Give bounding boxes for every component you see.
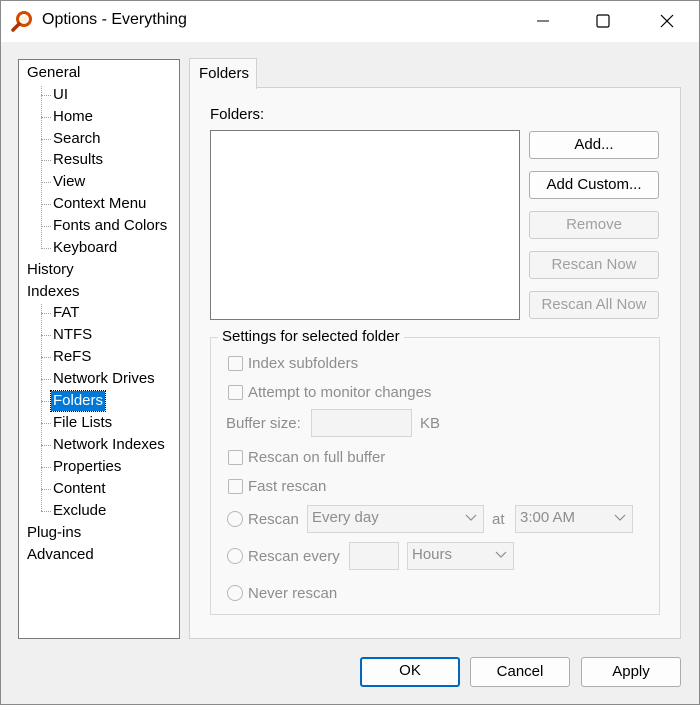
rescan-every-label: Rescan every <box>248 548 340 565</box>
options-tree[interactable]: General UI Home Search Results View Cont… <box>18 59 180 639</box>
tree-connector <box>41 489 51 490</box>
chevron-down-icon <box>495 551 507 558</box>
tree-connector <box>41 511 51 512</box>
tree-item-network-indexes[interactable]: Network Indexes <box>51 435 167 455</box>
chevron-down-icon <box>614 514 626 521</box>
tab-folders-label: Folders <box>199 65 250 82</box>
tree-item-view[interactable]: View <box>51 172 87 192</box>
never-rescan-radio[interactable] <box>227 585 243 601</box>
rescan-every-unit-value: Hours <box>412 546 453 563</box>
tree-connector <box>41 335 51 336</box>
rescan-time-value: 3:00 AM <box>520 509 576 526</box>
minimize-icon <box>537 20 549 22</box>
tree-item-search[interactable]: Search <box>51 129 103 149</box>
tree-connector <box>41 86 42 249</box>
rescan-radio[interactable] <box>227 511 243 527</box>
tree-item-ui[interactable]: UI <box>51 85 70 105</box>
tree-item-advanced[interactable]: Advanced <box>25 545 96 565</box>
rescan-frequency-select[interactable]: Every day <box>307 505 484 533</box>
tree-item-keyboard[interactable]: Keyboard <box>51 238 119 258</box>
tree-item-properties[interactable]: Properties <box>51 457 123 477</box>
tree-item-indexes[interactable]: Indexes <box>25 282 82 302</box>
fast-rescan-checkbox[interactable] <box>228 479 243 494</box>
tree-connector <box>41 226 51 227</box>
ok-button[interactable]: OK <box>360 657 460 687</box>
at-label: at <box>492 511 505 528</box>
tree-item-plugins[interactable]: Plug-ins <box>25 523 83 543</box>
add-custom-button[interactable]: Add Custom... <box>529 171 659 199</box>
tree-item-fonts-colors[interactable]: Fonts and Colors <box>51 216 169 236</box>
tree-item-refs[interactable]: ReFS <box>51 347 93 367</box>
tree-connector <box>41 139 51 140</box>
buffer-size-input[interactable] <box>311 409 412 437</box>
tree-item-content[interactable]: Content <box>51 479 108 499</box>
maximize-icon <box>596 14 610 28</box>
minimize-button[interactable] <box>520 0 566 42</box>
remove-button[interactable]: Remove <box>529 211 659 239</box>
tree-connector <box>41 182 51 183</box>
tab-folders[interactable]: Folders <box>189 58 257 89</box>
settings-group-label: Settings for selected folder <box>218 328 404 345</box>
fast-rescan-label: Fast rescan <box>248 478 327 495</box>
tree-connector <box>41 248 51 249</box>
rescan-full-buffer-checkbox[interactable] <box>228 450 243 465</box>
maximize-button[interactable] <box>580 0 626 42</box>
rescan-frequency-value: Every day <box>312 509 379 526</box>
tree-item-history[interactable]: History <box>25 260 76 280</box>
attempt-monitor-label: Attempt to monitor changes <box>248 384 432 401</box>
rescan-label: Rescan <box>248 511 299 528</box>
tree-item-exclude[interactable]: Exclude <box>51 501 108 521</box>
buffer-size-label: Buffer size: <box>226 415 301 432</box>
tree-connector <box>41 160 51 161</box>
close-icon <box>660 14 674 28</box>
tree-item-context-menu[interactable]: Context Menu <box>51 194 148 214</box>
buffer-unit-label: KB <box>420 415 441 432</box>
cancel-button[interactable]: Cancel <box>470 657 570 687</box>
tree-item-fat[interactable]: FAT <box>51 303 81 323</box>
tree-connector <box>41 445 51 446</box>
rescan-time-select[interactable]: 3:00 AM <box>515 505 633 533</box>
folders-label: Folders: <box>210 106 265 123</box>
everything-app-icon <box>11 11 32 32</box>
tree-item-general[interactable]: General <box>25 63 82 83</box>
rescan-every-input[interactable] <box>349 542 399 570</box>
tree-connector <box>41 401 51 402</box>
apply-button[interactable]: Apply <box>581 657 681 687</box>
tree-connector <box>41 204 51 205</box>
attempt-monitor-checkbox[interactable] <box>228 385 243 400</box>
rescan-now-button[interactable]: Rescan Now <box>529 251 659 279</box>
tree-connector <box>41 95 51 96</box>
tree-connector <box>41 379 51 380</box>
tree-item-folders[interactable]: Folders <box>49 390 107 412</box>
tree-item-results[interactable]: Results <box>51 150 105 170</box>
rescan-every-unit-select[interactable]: Hours <box>407 542 514 570</box>
tree-connector <box>41 467 51 468</box>
tree-connector <box>41 313 51 314</box>
tree-item-home[interactable]: Home <box>51 107 95 127</box>
rescan-every-radio[interactable] <box>227 548 243 564</box>
tree-item-file-lists[interactable]: File Lists <box>51 413 114 433</box>
chevron-down-icon <box>465 514 477 521</box>
window-title: Options - Everything <box>42 11 187 28</box>
tree-connector <box>41 117 51 118</box>
tree-connector <box>41 357 51 358</box>
tree-connector <box>41 423 51 424</box>
rescan-full-buffer-label: Rescan on full buffer <box>248 449 386 466</box>
add-button[interactable]: Add... <box>529 131 659 159</box>
close-button[interactable] <box>644 0 690 42</box>
tree-item-network-drives[interactable]: Network Drives <box>51 369 157 389</box>
index-subfolders-checkbox[interactable] <box>228 356 243 371</box>
folders-list[interactable] <box>210 130 520 320</box>
rescan-all-now-button[interactable]: Rescan All Now <box>529 291 659 319</box>
tree-item-ntfs[interactable]: NTFS <box>51 325 94 345</box>
settings-group <box>210 337 660 615</box>
index-subfolders-label: Index subfolders <box>248 355 359 372</box>
never-rescan-label: Never rescan <box>248 585 338 602</box>
